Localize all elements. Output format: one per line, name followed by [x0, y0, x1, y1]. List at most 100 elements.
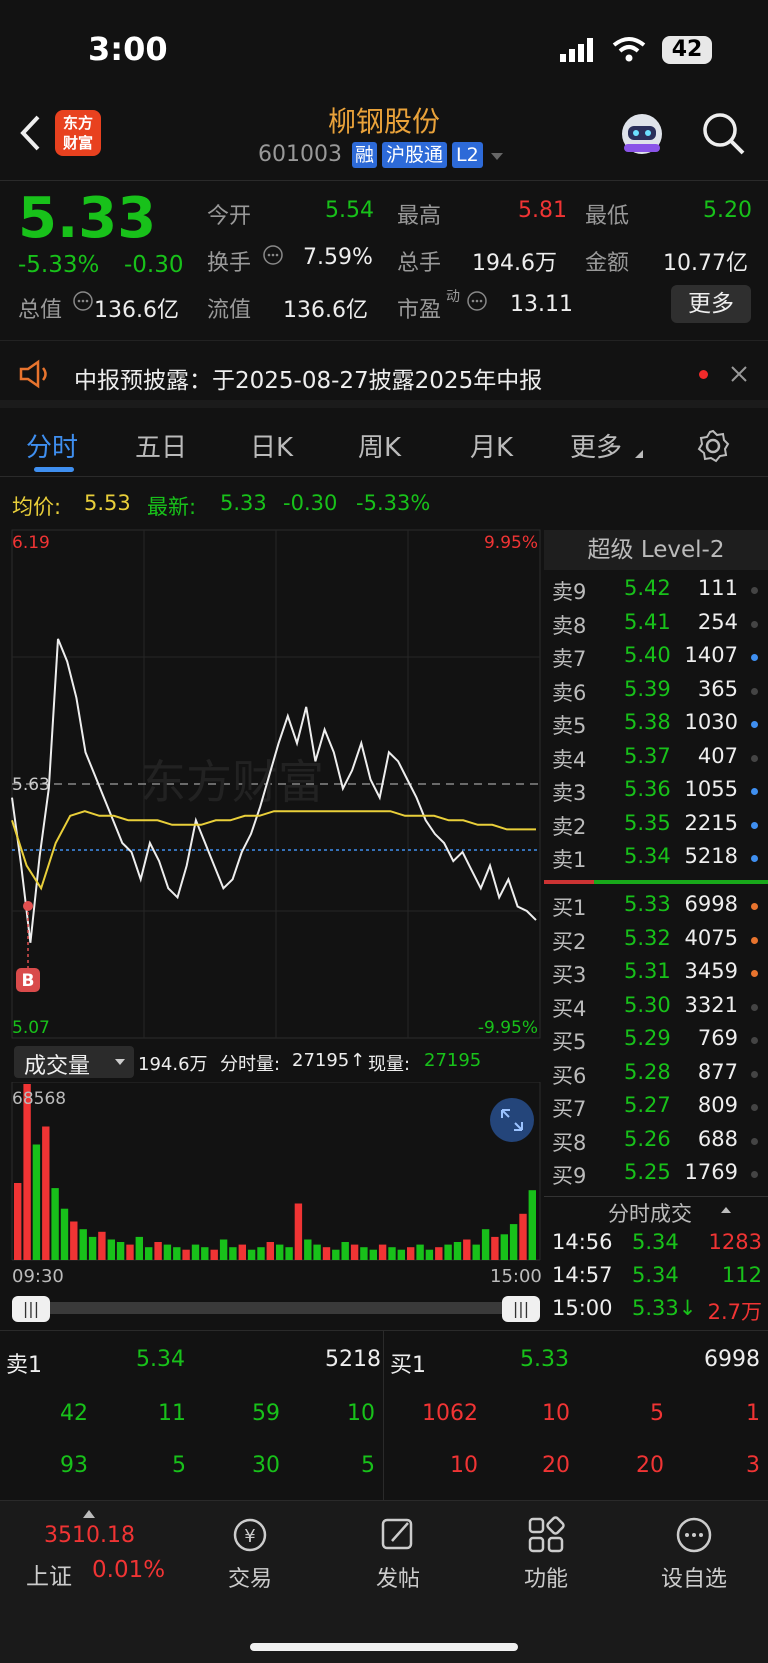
volume-bar — [435, 1247, 443, 1260]
bid-row[interactable]: 买8 5.26 688 — [544, 1125, 768, 1158]
range-handle-right[interactable]: ||| — [502, 1296, 540, 1322]
pe-superscript: 动 — [446, 289, 460, 305]
more-quote-button[interactable]: 更多 — [671, 285, 751, 323]
bid-level-label: 买8 — [552, 1130, 587, 1155]
y-axis-mid-label: 5.63 — [12, 775, 50, 795]
ask-order-dot — [751, 687, 758, 695]
bid-row[interactable]: 买6 5.28 877 — [544, 1058, 768, 1091]
svg-text:¥: ¥ — [244, 1526, 255, 1547]
latest-percent: -5.33% — [356, 491, 431, 515]
chevron-down-icon[interactable] — [490, 152, 504, 162]
range-scrollbar[interactable] — [14, 1302, 540, 1314]
volume-now-label: 现量: — [368, 1054, 411, 1075]
tab-more[interactable]: 更多 — [570, 427, 622, 464]
search-icon[interactable] — [700, 110, 746, 156]
bid-order-dot — [751, 903, 758, 910]
ask-level-label: 卖6 — [552, 680, 587, 705]
queue-buy-cell: 10 — [542, 1401, 570, 1426]
bid-order-dot — [751, 1003, 758, 1011]
index-percent[interactable]: 0.01% — [92, 1557, 165, 1583]
range-handle-left[interactable]: ||| — [12, 1296, 50, 1322]
ask-row[interactable]: 卖4 5.37 407 — [544, 742, 768, 775]
last-price: 5.33 — [18, 186, 157, 251]
bottom-navigation: 3510.18 上证 0.01% ¥ 交易 发帖 功能 设自选 — [0, 1500, 768, 1663]
info-dots-icon[interactable] — [262, 244, 284, 266]
buy-marker-dot — [23, 901, 33, 911]
close-icon[interactable] — [730, 365, 748, 383]
tab-monthly-k[interactable]: 月K — [470, 427, 513, 464]
index-name[interactable]: 上证 — [26, 1557, 72, 1591]
ask-order-dot — [751, 654, 758, 661]
bid-volume: 769 — [697, 1026, 738, 1050]
expand-button[interactable] — [490, 1098, 534, 1142]
gear-icon[interactable] — [696, 429, 730, 463]
tab-daily-k[interactable]: 日K — [250, 427, 293, 464]
info-dots-icon[interactable] — [72, 290, 94, 312]
volume-bar — [453, 1242, 462, 1260]
margin-badge: 融 — [352, 142, 378, 168]
ask-row[interactable]: 卖8 5.41 254 — [544, 608, 768, 641]
bid-row[interactable]: 买2 5.32 4075 — [544, 924, 768, 957]
bid-level-label: 买6 — [552, 1063, 587, 1088]
bid-row[interactable]: 买4 5.30 3321 — [544, 991, 768, 1024]
bid-price: 5.31 — [624, 959, 671, 983]
notice-bar[interactable]: 中报预披露：于2025-08-27披露2025年中报 — [0, 340, 768, 408]
chevron-up-icon[interactable] — [720, 1206, 732, 1214]
volume-bar-chart[interactable]: 68568 — [0, 1082, 544, 1262]
low-label: 最低 — [585, 204, 630, 229]
volume-fenshi-label: 分时量: — [220, 1054, 281, 1075]
bid-row[interactable]: 买1 5.33 6998 — [544, 890, 768, 923]
ask-volume: 5218 — [684, 844, 738, 868]
index-value[interactable]: 3510.18 — [44, 1523, 135, 1548]
ask-row[interactable]: 卖6 5.39 365 — [544, 675, 768, 708]
ask-price: 5.37 — [624, 743, 671, 768]
tab-intraday[interactable]: 分时 — [26, 427, 78, 464]
robot-assistant-icon[interactable] — [616, 108, 668, 160]
ask-row[interactable]: 卖3 5.36 1055 — [544, 775, 768, 808]
bid-row[interactable]: 买9 5.25 1769 — [544, 1158, 768, 1191]
queue-buy-cell: 20 — [542, 1453, 570, 1478]
volume-now-value: 27195 — [424, 1050, 482, 1071]
ask-row[interactable]: 卖9 5.42 111 — [544, 574, 768, 607]
ask-price: 5.36 — [624, 777, 671, 801]
latest-label: 最新: — [147, 495, 197, 519]
nav-post[interactable]: 发帖 — [338, 1515, 458, 1593]
nav-add-watchlist[interactable]: 设自选 — [634, 1515, 754, 1593]
nav-trade[interactable]: ¥ 交易 — [190, 1515, 310, 1593]
ticks-title[interactable]: 分时成交 — [608, 1198, 692, 1228]
tick-price: 5.34 — [632, 1263, 679, 1287]
bid-row[interactable]: 买5 5.29 769 — [544, 1024, 768, 1057]
ratio-bar-sell — [544, 880, 594, 884]
speaker-icon — [19, 359, 47, 389]
ask-row[interactable]: 卖5 5.38 1030 — [544, 708, 768, 741]
nav-functions[interactable]: 功能 — [486, 1515, 606, 1593]
tick-row: 14:57 5.34 112 — [552, 1263, 762, 1293]
ask-row[interactable]: 卖2 5.35 2215 — [544, 809, 768, 842]
ask-row[interactable]: 卖7 5.40 1407 — [544, 641, 768, 674]
volume-bar — [416, 1244, 424, 1260]
intraday-price-chart[interactable]: 东方财富 B 6.19 9.95% 5.63 5.07 -9.95% — [0, 528, 544, 1040]
tick-row: 14:56 5.34 1283 — [552, 1230, 762, 1260]
volume-bar — [341, 1242, 349, 1260]
tab-five-day[interactable]: 五日 — [135, 427, 187, 464]
volume-bar — [88, 1236, 97, 1260]
volume-bar — [126, 1244, 134, 1260]
volume-bar — [378, 1244, 387, 1260]
amount-value: 10.77亿 — [663, 251, 748, 276]
volume-bar — [313, 1244, 321, 1260]
volume-indicator-selector[interactable]: 成交量 — [14, 1046, 134, 1079]
ask-row[interactable]: 卖1 5.34 5218 — [544, 842, 768, 875]
buy-marker-text: B — [22, 971, 35, 991]
volume-bar — [42, 1126, 50, 1260]
ask-price: 5.41 — [624, 609, 671, 634]
bid-price: 5.26 — [624, 1126, 671, 1151]
volume-bar — [388, 1247, 396, 1260]
tab-weekly-k[interactable]: 周K — [358, 427, 401, 464]
bid-row[interactable]: 买3 5.31 3459 — [544, 957, 768, 990]
y-axis-top-pct: 9.95% — [484, 533, 538, 553]
queue-sell-cell: 30 — [252, 1453, 280, 1478]
bid-row[interactable]: 买7 5.27 809 — [544, 1091, 768, 1124]
chevron-up-icon[interactable] — [82, 1509, 96, 1519]
volume-bar — [98, 1231, 106, 1260]
info-dots-icon[interactable] — [466, 290, 488, 312]
